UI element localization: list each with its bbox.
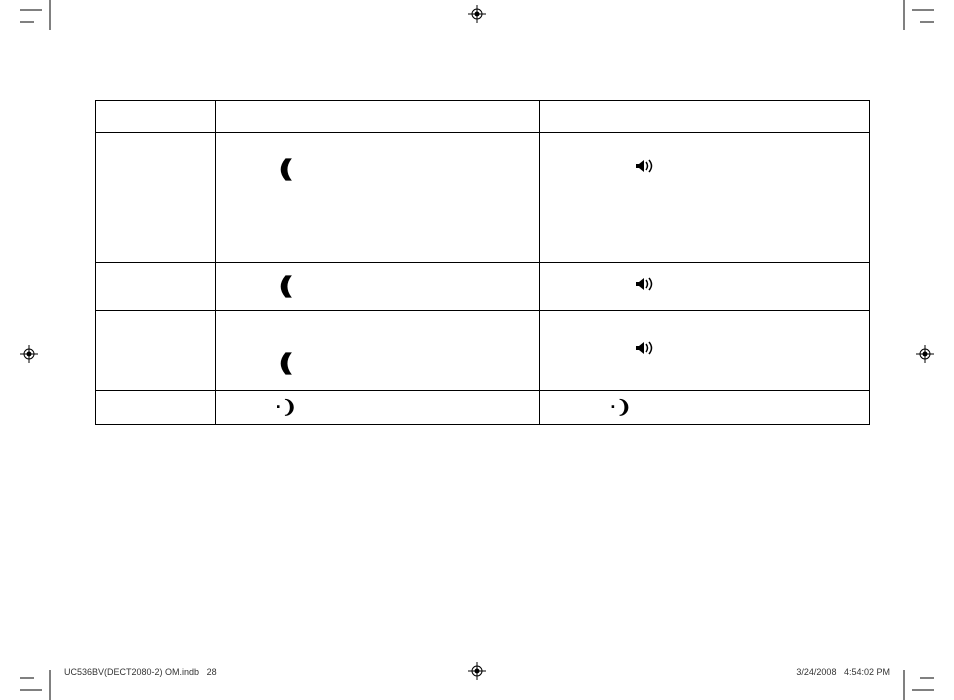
registration-mark-bottom	[468, 662, 486, 680]
talk-icon: ❪	[273, 272, 299, 301]
talk-icon: ❪	[273, 155, 299, 184]
table-row: ❪	[96, 311, 870, 391]
crop-mark-top-right	[894, 0, 934, 40]
header-cell-2	[215, 101, 540, 133]
footer-date: 3/24/2008	[796, 667, 836, 677]
row-cell-speaker	[540, 311, 870, 391]
row-label	[96, 263, 216, 311]
registration-mark-top	[468, 5, 486, 23]
speaker-icon	[636, 277, 660, 296]
crop-mark-bottom-left	[20, 660, 60, 700]
registration-mark-right	[916, 345, 934, 363]
instruction-table: ❪ ❪ ❪	[95, 100, 870, 425]
row-cell-end: ·❩	[540, 391, 870, 425]
table-row: ❪	[96, 133, 870, 263]
row-cell-speaker	[540, 133, 870, 263]
table-header-row	[96, 101, 870, 133]
footer-right: 3/24/2008 4:54:02 PM	[796, 667, 890, 677]
speaker-icon	[636, 341, 660, 360]
row-cell-end: ·❩	[215, 391, 540, 425]
row-cell-handset: ❪	[215, 311, 540, 391]
header-cell-3	[540, 101, 870, 133]
footer-doc-name: UC536BV(DECT2080-2) OM.indb	[64, 667, 199, 677]
row-cell-handset: ❪	[215, 133, 540, 263]
footer-left: UC536BV(DECT2080-2) OM.indb 28	[64, 667, 217, 677]
row-cell-handset: ❪	[215, 263, 540, 311]
speaker-icon	[636, 159, 660, 178]
row-label	[96, 391, 216, 425]
footer-page-num: 28	[207, 667, 217, 677]
end-icon: ·❩	[276, 397, 297, 418]
registration-mark-left	[20, 345, 38, 363]
table-row: ❪	[96, 263, 870, 311]
row-label	[96, 133, 216, 263]
end-icon: ·❩	[610, 397, 631, 418]
footer-time: 4:54:02 PM	[844, 667, 890, 677]
row-label	[96, 311, 216, 391]
crop-mark-bottom-right	[894, 660, 934, 700]
crop-mark-top-left	[20, 0, 60, 40]
table-row: ·❩ ·❩	[96, 391, 870, 425]
header-cell-1	[96, 101, 216, 133]
talk-icon: ❪	[273, 349, 299, 378]
row-cell-speaker	[540, 263, 870, 311]
